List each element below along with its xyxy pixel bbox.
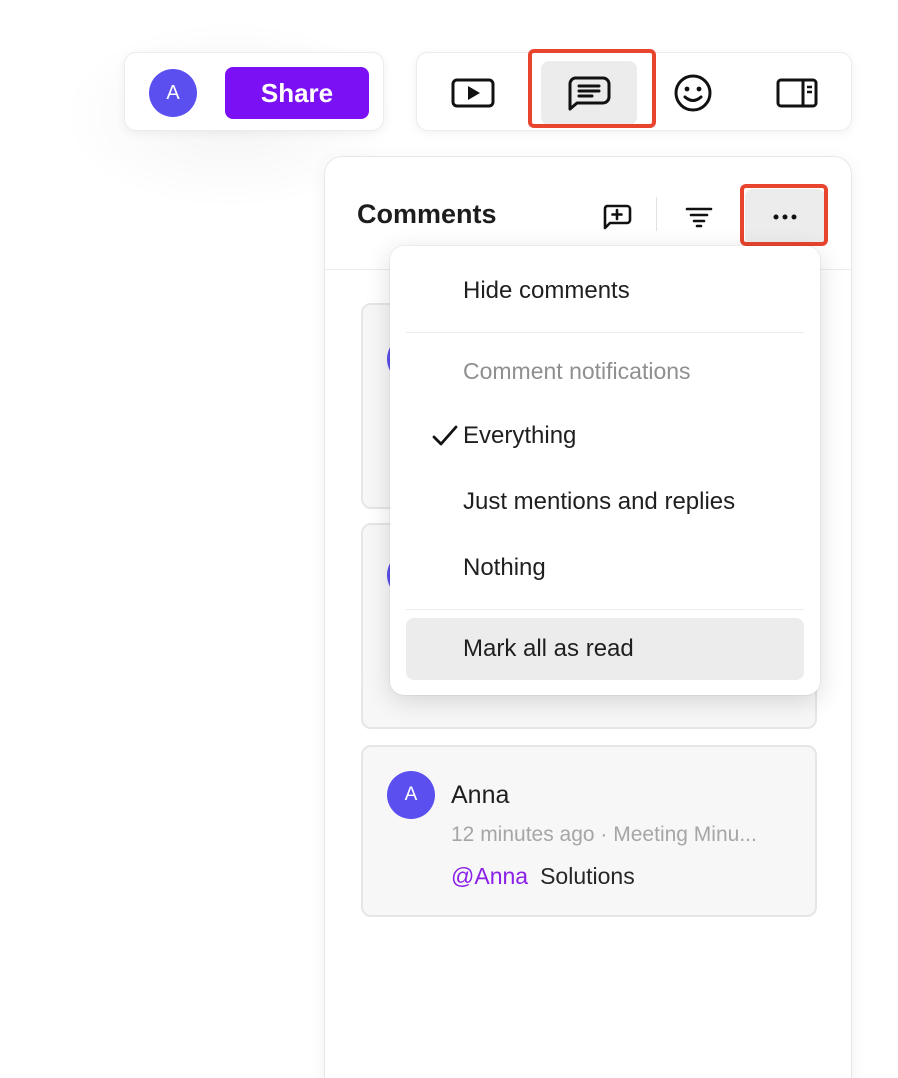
comment-body: @Anna Solutions	[451, 863, 635, 890]
menu-item-label: Nothing	[463, 554, 546, 581]
menu-item-mark-all-read[interactable]: Mark all as read	[406, 618, 804, 680]
add-comment-icon	[603, 204, 632, 230]
play-icon	[451, 78, 495, 108]
present-button[interactable]	[425, 61, 521, 125]
reactions-button[interactable]	[645, 61, 741, 125]
add-comment-button[interactable]	[595, 195, 639, 239]
comment-author: Anna	[451, 781, 510, 809]
comments-options-menu: Hide comments Comment notifications Ever…	[390, 246, 820, 695]
more-horizontal-icon	[773, 214, 797, 220]
share-button[interactable]: Share	[225, 67, 369, 119]
avatar-initial: A	[166, 81, 180, 104]
filter-icon	[685, 207, 713, 228]
comment-avatar: A	[387, 771, 435, 819]
comments-toggle-button[interactable]	[541, 61, 637, 125]
user-avatar[interactable]: A	[149, 69, 197, 117]
comment-card[interactable]: A Anna 12 minutes ago · Meeting Minu... …	[361, 745, 817, 917]
comment-text: Solutions	[540, 863, 635, 889]
sidebar-toggle-button[interactable]	[749, 61, 845, 125]
panel-title: Comments	[357, 199, 497, 229]
sidebar-icon	[776, 78, 818, 108]
header-divider	[656, 197, 657, 231]
emoji-icon	[674, 74, 712, 112]
menu-item-label: Just mentions and replies	[463, 488, 736, 515]
menu-item-everything[interactable]: Everything	[406, 405, 804, 467]
menu-item-label: Hide comments	[463, 277, 630, 304]
menu-item-label: Mark all as read	[463, 635, 634, 662]
menu-item-nothing[interactable]: Nothing	[406, 537, 804, 599]
more-options-button[interactable]	[745, 189, 825, 245]
share-group: A Share	[124, 52, 384, 131]
comment-meta: 12 minutes ago · Meeting Minu...	[451, 823, 757, 846]
filter-button[interactable]	[677, 195, 721, 239]
menu-divider	[406, 332, 804, 333]
menu-item-mentions-replies[interactable]: Just mentions and replies	[406, 471, 804, 533]
menu-item-label: Everything	[463, 422, 577, 449]
menu-item-hide-comments[interactable]: Hide comments	[406, 260, 804, 322]
comment-mention[interactable]: @Anna	[451, 863, 528, 889]
notifications-section-label: Comment notifications	[463, 358, 691, 384]
app-stage: A Share Comments A Anna 12 minutes ago ·…	[0, 0, 898, 1078]
comment-avatar-initial: A	[404, 784, 418, 805]
comments-icon	[568, 76, 611, 111]
menu-divider	[406, 609, 804, 610]
view-toolbar	[416, 52, 852, 131]
checkmark-icon	[432, 425, 458, 446]
